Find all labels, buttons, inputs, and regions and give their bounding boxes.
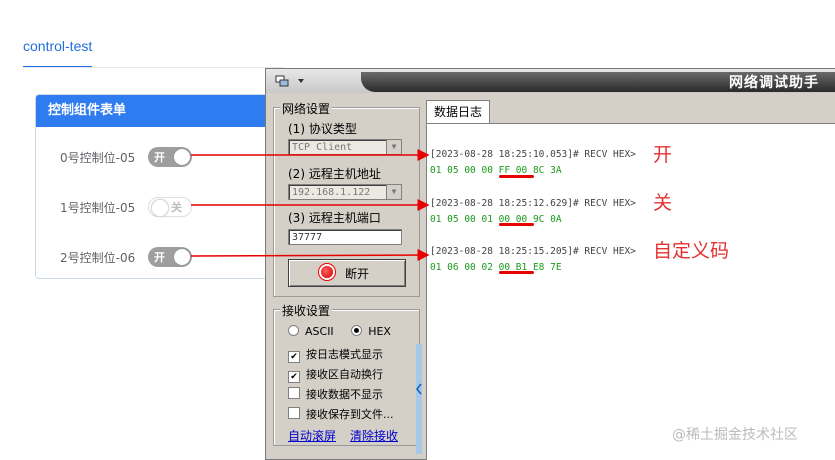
- annotation-arrows: [190, 149, 430, 262]
- arrow-2: [190, 249, 430, 262]
- watermark: @稀土掘金技术社区: [672, 427, 798, 443]
